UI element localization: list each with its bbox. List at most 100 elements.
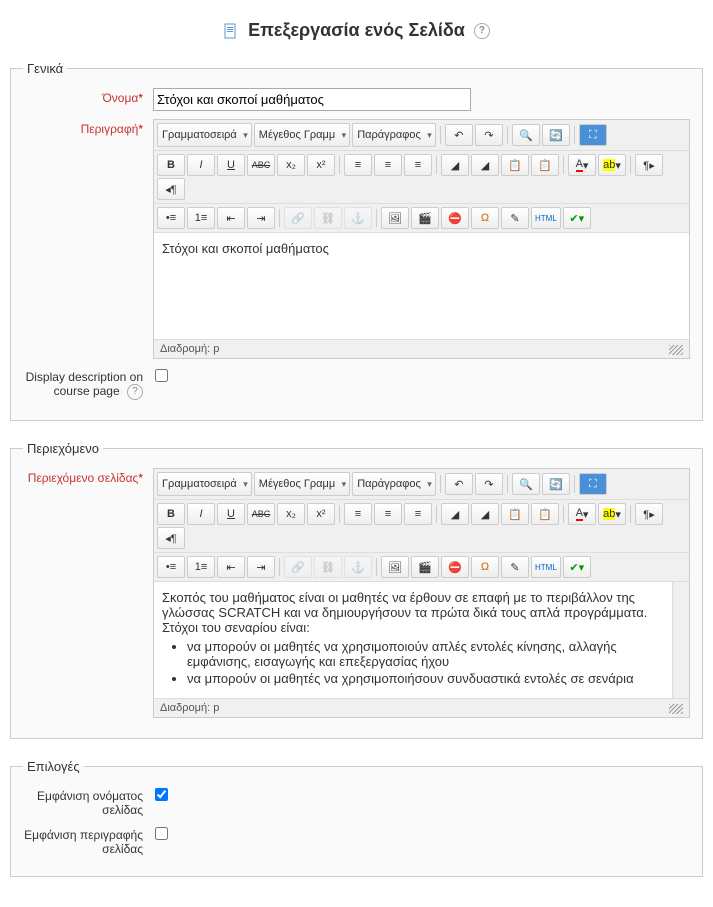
align-left-button[interactable]: ≡ bbox=[344, 154, 372, 176]
page-content-area[interactable]: Σκοπός του μαθήματος είναι οι μαθητές να… bbox=[154, 582, 689, 698]
display-description-checkbox[interactable] bbox=[155, 369, 168, 382]
text-color-button[interactable]: A▾ bbox=[568, 154, 596, 176]
image-button[interactable]: 🖼 bbox=[381, 556, 409, 578]
nolink-button[interactable]: ⛔ bbox=[441, 556, 469, 578]
char-button[interactable]: Ω bbox=[471, 556, 499, 578]
fieldset-content: Περιεχόμενο Περιεχόμενο σελίδας* Γραμματ… bbox=[10, 441, 703, 739]
outdent-button[interactable]: ⇤ bbox=[217, 556, 245, 578]
rtl-button[interactable]: ◂¶ bbox=[157, 178, 185, 200]
bullet-list-button[interactable]: •≡ bbox=[157, 207, 185, 229]
bg-color-button[interactable]: ab▾ bbox=[598, 154, 626, 176]
underline-button[interactable]: U bbox=[217, 503, 245, 525]
description-content[interactable]: Στόχοι και σκοποί μαθήματος bbox=[154, 233, 689, 339]
link-button[interactable]: 🔗 bbox=[284, 207, 312, 229]
underline-button[interactable]: U bbox=[217, 154, 245, 176]
editor2-toolbar-row3: •≡ 1≡ ⇤ ⇥ 🔗 ⛓ ⚓ 🖼 🎬 ⛔ Ω ✎ HTML ✔▾ bbox=[154, 553, 689, 582]
html-button[interactable]: HTML bbox=[531, 556, 561, 578]
html-button[interactable]: HTML bbox=[531, 207, 561, 229]
spellcheck-button[interactable]: ✔▾ bbox=[563, 207, 591, 229]
font-size-select[interactable]: Μέγεθος Γραμμ bbox=[254, 472, 350, 496]
edit-button[interactable]: ✎ bbox=[501, 556, 529, 578]
align-right-button[interactable]: ≡ bbox=[404, 154, 432, 176]
replace-button[interactable]: 🔄 bbox=[542, 473, 570, 495]
italic-button[interactable]: I bbox=[187, 503, 215, 525]
rtl-button[interactable]: ◂¶ bbox=[157, 527, 185, 549]
redo-button[interactable]: ↷ bbox=[475, 473, 503, 495]
unlink-button[interactable]: ⛓ bbox=[314, 556, 342, 578]
paste-text-button[interactable]: 📋 bbox=[501, 154, 529, 176]
editor2-toolbar-row2: B I U ABC x₂ x² ≡ ≡ ≡ ◢ ◢ 📋 📋 A▾ ab▾ ¶▸ bbox=[154, 500, 689, 553]
name-input[interactable] bbox=[153, 88, 471, 111]
redo-button[interactable]: ↷ bbox=[475, 124, 503, 146]
display-name-label: Εμφάνιση ονόματος σελίδας bbox=[23, 786, 153, 817]
paste-text-button[interactable]: 📋 bbox=[501, 503, 529, 525]
find-button[interactable]: 🔍 bbox=[512, 124, 540, 146]
number-list-button[interactable]: 1≡ bbox=[187, 207, 215, 229]
superscript-button[interactable]: x² bbox=[307, 503, 335, 525]
align-center-button[interactable]: ≡ bbox=[374, 154, 402, 176]
indent-button[interactable]: ⇥ bbox=[247, 207, 275, 229]
char-button[interactable]: Ω bbox=[471, 207, 499, 229]
italic-button[interactable]: I bbox=[187, 154, 215, 176]
spellcheck-button[interactable]: ✔▾ bbox=[563, 556, 591, 578]
media-button[interactable]: 🎬 bbox=[411, 207, 439, 229]
ltr-button[interactable]: ¶▸ bbox=[635, 154, 663, 176]
subscript-button[interactable]: x₂ bbox=[277, 154, 305, 176]
fullscreen-button[interactable]: ⛶ bbox=[579, 473, 607, 495]
scrollbar[interactable] bbox=[672, 582, 689, 698]
undo-button[interactable]: ↶ bbox=[445, 473, 473, 495]
media-button[interactable]: 🎬 bbox=[411, 556, 439, 578]
number-list-button[interactable]: 1≡ bbox=[187, 556, 215, 578]
strike-button[interactable]: ABC bbox=[247, 154, 275, 176]
outdent-button[interactable]: ⇤ bbox=[217, 207, 245, 229]
unlink-button[interactable]: ⛓ bbox=[314, 207, 342, 229]
subscript-button[interactable]: x₂ bbox=[277, 503, 305, 525]
remove-format-button[interactable]: ◢ bbox=[471, 154, 499, 176]
font-family-select[interactable]: Γραμματοσειρά bbox=[157, 472, 252, 496]
help-icon[interactable]: ? bbox=[127, 384, 143, 400]
remove-format-button[interactable]: ◢ bbox=[471, 503, 499, 525]
fieldset-general: Γενικά Όνομα* Περιγραφή* Γραμματοσειρά Μ… bbox=[10, 61, 703, 421]
paste-word-button[interactable]: 📋 bbox=[531, 503, 559, 525]
bullet-list-button[interactable]: •≡ bbox=[157, 556, 185, 578]
cleanup-button[interactable]: ◢ bbox=[441, 154, 469, 176]
font-size-select[interactable]: Μέγεθος Γραμμ bbox=[254, 123, 350, 147]
help-icon[interactable]: ? bbox=[474, 23, 490, 39]
anchor-button[interactable]: ⚓ bbox=[344, 556, 372, 578]
text-color-button[interactable]: A▾ bbox=[568, 503, 596, 525]
cleanup-button[interactable]: ◢ bbox=[441, 503, 469, 525]
superscript-button[interactable]: x² bbox=[307, 154, 335, 176]
edit-button[interactable]: ✎ bbox=[501, 207, 529, 229]
find-button[interactable]: 🔍 bbox=[512, 473, 540, 495]
replace-button[interactable]: 🔄 bbox=[542, 124, 570, 146]
editor-path: Διαδρομή: p bbox=[154, 339, 689, 358]
align-right-button[interactable]: ≡ bbox=[404, 503, 432, 525]
align-center-button[interactable]: ≡ bbox=[374, 503, 402, 525]
legend-options: Επιλογές bbox=[23, 759, 84, 774]
bold-button[interactable]: B bbox=[157, 154, 185, 176]
link-button[interactable]: 🔗 bbox=[284, 556, 312, 578]
editor-toolbar-row2: B I U ABC x₂ x² ≡ ≡ ≡ ◢ ◢ 📋 📋 A▾ ab▾ ¶▸ bbox=[154, 151, 689, 204]
nolink-button[interactable]: ⛔ bbox=[441, 207, 469, 229]
editor-toolbar-row3: •≡ 1≡ ⇤ ⇥ 🔗 ⛓ ⚓ 🖼 🎬 ⛔ Ω ✎ HTML ✔▾ bbox=[154, 204, 689, 233]
ltr-button[interactable]: ¶▸ bbox=[635, 503, 663, 525]
format-select[interactable]: Παράγραφος bbox=[352, 123, 436, 147]
undo-button[interactable]: ↶ bbox=[445, 124, 473, 146]
editor2-toolbar-row1: Γραμματοσειρά Μέγεθος Γραμμ Παράγραφος ↶… bbox=[154, 469, 689, 500]
format-select[interactable]: Παράγραφος bbox=[352, 472, 436, 496]
strike-button[interactable]: ABC bbox=[247, 503, 275, 525]
bg-color-button[interactable]: ab▾ bbox=[598, 503, 626, 525]
align-left-button[interactable]: ≡ bbox=[344, 503, 372, 525]
bold-button[interactable]: B bbox=[157, 503, 185, 525]
resize-handle[interactable] bbox=[669, 704, 683, 714]
indent-button[interactable]: ⇥ bbox=[247, 556, 275, 578]
display-pagedesc-checkbox[interactable] bbox=[155, 827, 168, 840]
anchor-button[interactable]: ⚓ bbox=[344, 207, 372, 229]
image-button[interactable]: 🖼 bbox=[381, 207, 409, 229]
font-family-select[interactable]: Γραμματοσειρά bbox=[157, 123, 252, 147]
legend-general: Γενικά bbox=[23, 61, 67, 76]
fullscreen-button[interactable]: ⛶ bbox=[579, 124, 607, 146]
resize-handle[interactable] bbox=[669, 345, 683, 355]
paste-word-button[interactable]: 📋 bbox=[531, 154, 559, 176]
display-desc-label: Display description on course page ? bbox=[23, 367, 153, 400]
